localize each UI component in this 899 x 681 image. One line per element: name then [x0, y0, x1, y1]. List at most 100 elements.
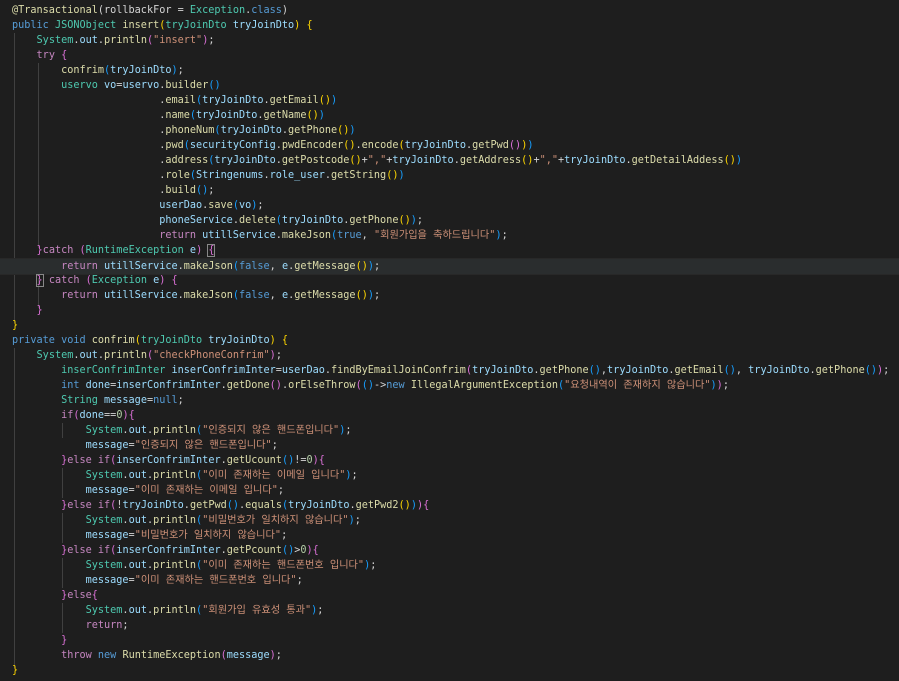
code-line[interactable]: }else if(inserConfrimInter.getUcount()!=… — [0, 453, 899, 468]
code-token: getMessage — [294, 290, 356, 301]
code-line[interactable]: System.out.println("checkPhoneConfrim"); — [0, 348, 899, 363]
code-token: getEmail — [674, 365, 724, 376]
code-token: ; — [351, 470, 358, 481]
code-token: { — [91, 590, 98, 601]
code-token: IllegalArgumentException — [410, 380, 559, 391]
code-token: Stringenums — [196, 170, 264, 181]
code-token: done — [79, 410, 105, 421]
code-line[interactable]: .role(Stringenums.role_user.getString()) — [0, 168, 899, 183]
code-line[interactable]: } catch (Exception e) { — [0, 273, 899, 288]
code-line[interactable]: public JSONObject insert(tryJoinDto tryJ… — [0, 18, 899, 33]
code-token: tryJoinDto — [404, 140, 466, 151]
code-line[interactable]: return utillService.makeJson(true, "회원가입… — [0, 228, 899, 243]
code-token: int — [61, 380, 86, 391]
code-line[interactable]: message="인증되지 않은 핸드폰입니다"; — [0, 438, 899, 453]
code-line[interactable]: private void confrim(tryJoinDto tryJoinD… — [0, 333, 899, 348]
code-token: () — [398, 500, 411, 511]
code-line[interactable]: System.out.println("회원가입 유효성 통과"); — [0, 603, 899, 618]
code-token: userDao — [159, 200, 203, 211]
code-line[interactable]: }else if(!tryJoinDto.getPwd().equals(try… — [0, 498, 899, 513]
code-line[interactable]: return utillService.makeJson(false, e.ge… — [0, 288, 899, 303]
code-line[interactable]: .email(tryJoinDto.getEmail()) — [0, 93, 899, 108]
code-token: out — [79, 35, 98, 46]
code-token: out — [79, 350, 98, 361]
code-token: ; — [122, 620, 129, 631]
code-token: ; — [275, 350, 282, 361]
code-line[interactable]: int done=inserConfrimInter.getDone().orE… — [0, 378, 899, 393]
code-token: utillService — [104, 261, 178, 272]
code-token: () — [281, 455, 295, 466]
code-line[interactable]: }else if(inserConfrimInter.getPcount()>0… — [0, 543, 899, 558]
code-token: role_user — [269, 170, 325, 181]
code-token: try — [36, 50, 62, 61]
code-token: System — [85, 425, 123, 436]
code-line[interactable]: userDao.save(vo); — [0, 198, 899, 213]
code-line[interactable]: System.out.println("이미 존재하는 이메일 입니다"); — [0, 468, 899, 483]
code-line[interactable]: uservo vo=uservo.builder() — [0, 78, 899, 93]
code-line[interactable]: } — [0, 633, 899, 648]
code-token: System — [36, 35, 74, 46]
code-token: encode — [361, 140, 399, 151]
code-token: println — [153, 560, 197, 571]
code-line[interactable]: message="비밀번호가 일치하지 않습니다"; — [0, 528, 899, 543]
code-token: { — [207, 244, 216, 257]
code-line[interactable]: try { — [0, 48, 899, 63]
code-token: catch — [48, 275, 86, 286]
code-token: false — [238, 261, 270, 272]
code-line[interactable]: System.out.println("인증되지 않은 핸드폰입니다"); — [0, 423, 899, 438]
code-line[interactable]: return; — [0, 618, 899, 633]
code-token: name — [165, 110, 190, 121]
code-token: Exception — [91, 275, 154, 286]
code-token: , — [269, 290, 282, 301]
code-line[interactable]: .build(); — [0, 183, 899, 198]
code-line[interactable]: System.out.println("비밀번호가 일치하지 않습니다"); — [0, 513, 899, 528]
code-line[interactable]: .address(tryJoinDto.getPostcode()+","+tr… — [0, 153, 899, 168]
code-token: ; — [208, 185, 215, 196]
code-token: out — [128, 605, 147, 616]
code-line[interactable]: }else{ — [0, 588, 899, 603]
code-line[interactable]: message="이미 존재하는 핸드폰번호 입니다"; — [0, 573, 899, 588]
code-editor[interactable]: @Transactional(rollbackFor = Exception. c… — [0, 0, 899, 681]
code-token: JSONObject — [54, 20, 123, 31]
code-line[interactable]: } — [0, 663, 899, 678]
code-token: orElseThrow — [288, 380, 356, 391]
code-line[interactable]: String message=null; — [0, 393, 899, 408]
code-line[interactable]: inserConfrimInter inserConfrimInter=user… — [0, 363, 899, 378]
code-line[interactable]: if(done==0){ — [0, 408, 899, 423]
code-token: == — [104, 410, 117, 421]
code-line[interactable]: confrim(tryJoinDto); — [0, 63, 899, 78]
code-line[interactable]: .pwd(securityConfig.pwdEncoder().encode(… — [0, 138, 899, 153]
code-token: delete — [238, 215, 276, 226]
code-token: true — [337, 230, 362, 241]
code-line[interactable]: } — [0, 303, 899, 318]
code-line[interactable]: } — [0, 318, 899, 333]
code-token: out — [128, 560, 147, 571]
code-token: confrim — [91, 335, 135, 346]
code-line[interactable]: .name(tryJoinDto.getName()) — [0, 108, 899, 123]
code-line[interactable]: throw new RuntimeException(message); — [0, 648, 899, 663]
code-token: equals — [245, 500, 282, 511]
code-token: out — [128, 470, 147, 481]
code-token: tryJoinDto — [392, 155, 454, 166]
code-token: return — [85, 620, 123, 631]
code-line[interactable]: }catch (RuntimeException e) { — [0, 243, 899, 258]
code-token: if — [61, 410, 74, 421]
code-token: tryJoinDto — [232, 20, 295, 31]
code-token: -> — [373, 380, 387, 391]
code-line[interactable]: message="이미 존재하는 이메일 입니다"; — [0, 483, 899, 498]
code-token: ) — [398, 170, 405, 181]
code-token: tryJoinDto — [202, 95, 264, 106]
code-token: () — [508, 140, 522, 151]
code-token: println — [104, 35, 147, 46]
code-line[interactable]: .phoneNum(tryJoinDto.getPhone()) — [0, 123, 899, 138]
code-token: . — [12, 185, 166, 196]
code-token: ; — [296, 575, 303, 586]
code-token: { — [306, 20, 313, 31]
code-line[interactable]: @Transactional(rollbackFor = Exception.c… — [0, 3, 899, 18]
code-line[interactable]: System.out.println("insert"); — [0, 33, 899, 48]
code-line[interactable]: System.out.println("이미 존재하는 핸드폰번호 입니다"); — [0, 558, 899, 573]
code-line[interactable]: phoneService.delete(tryJoinDto.getPhone(… — [0, 213, 899, 228]
